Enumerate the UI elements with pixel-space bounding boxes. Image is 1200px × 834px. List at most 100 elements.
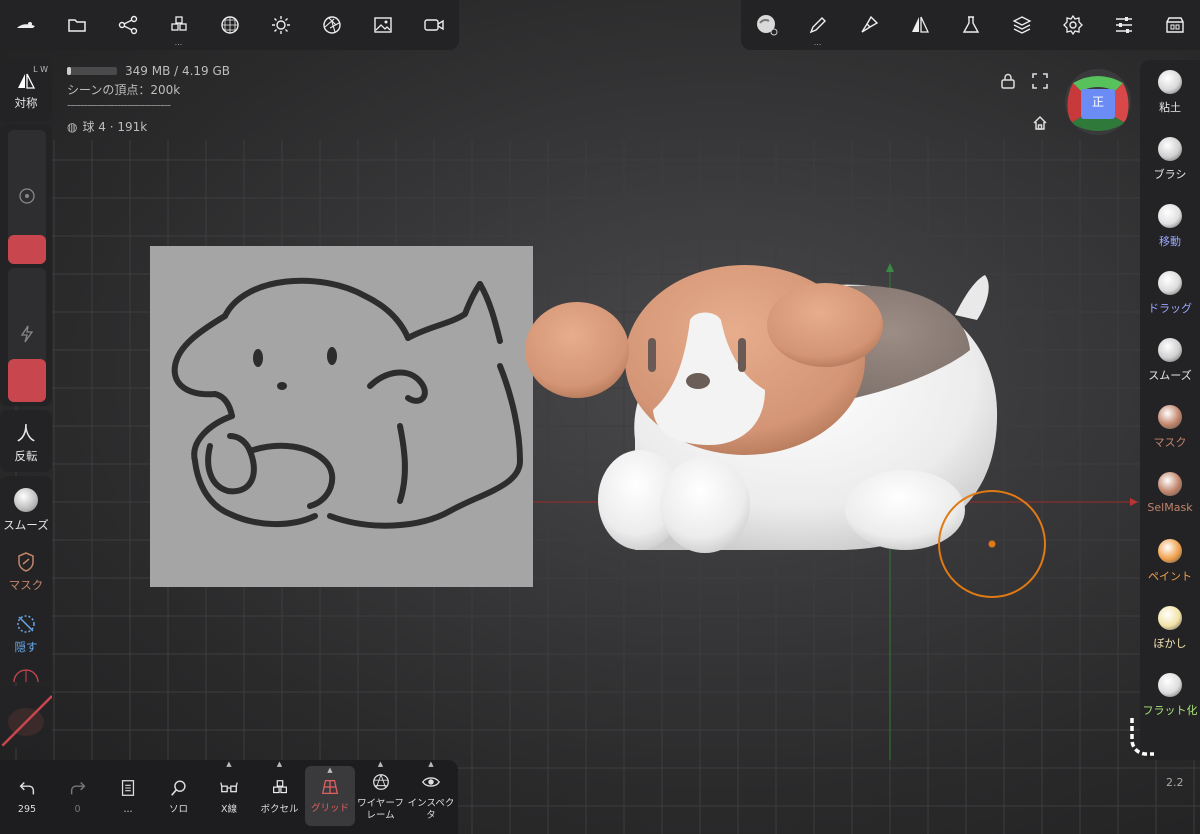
notes-label: ... (123, 804, 133, 815)
tool-label: マスク (1153, 436, 1187, 449)
undo-icon (19, 782, 35, 795)
redo-button[interactable]: 0 (53, 760, 103, 834)
symmetry-icon (911, 16, 929, 33)
top-right-toolbar: ... (741, 0, 1200, 50)
logo-button[interactable] (0, 0, 51, 50)
wireframe-button[interactable]: ▲ ワイヤーフ レーム (356, 760, 406, 834)
invert-button[interactable]: 人 反転 (0, 410, 52, 472)
more-dots: ... (174, 38, 183, 47)
tool-5[interactable]: スムーズ (1140, 338, 1200, 383)
image-button[interactable] (357, 0, 408, 50)
scene-graph-button[interactable] (102, 0, 153, 50)
tool-label: SelMask (1147, 501, 1193, 514)
inspector-label: インスペクタ (407, 798, 455, 821)
tool-9[interactable]: ぼかし (1140, 606, 1200, 651)
symmetry-button[interactable] (894, 0, 945, 50)
xray-button[interactable]: ▲ X線 (204, 760, 254, 834)
sliders-button[interactable] (1098, 0, 1149, 50)
tool-label: 粘土 (1159, 101, 1181, 114)
radius-icon (19, 188, 35, 204)
home-icon[interactable] (1031, 114, 1049, 132)
invert-label: 反転 (14, 448, 38, 463)
tool-label: 移動 (1159, 235, 1181, 248)
light-button[interactable] (255, 0, 306, 50)
shop-button[interactable] (1149, 0, 1200, 50)
solo-label: ソロ (168, 804, 188, 815)
voxel-button[interactable]: ▲ ボクセル (255, 760, 305, 834)
flask-icon (962, 16, 979, 33)
top-left-toolbar: ... (0, 0, 459, 50)
scene-graph-icon (118, 15, 137, 35)
inspector-button[interactable]: ▲ インスペクタ (406, 760, 456, 834)
smooth-button[interactable]: スムーズ (0, 480, 52, 540)
notes-icon (121, 780, 135, 796)
voxel-button[interactable]: ... (153, 0, 204, 50)
tool-ball-icon (1158, 539, 1182, 563)
invert-icon: 人 (16, 422, 36, 445)
aperture-icon (322, 16, 341, 34)
lock-icon[interactable] (999, 72, 1017, 90)
aperture-button[interactable] (306, 0, 357, 50)
voxel-label: ボクセル (260, 804, 299, 815)
tool-2[interactable]: ブラシ (1140, 137, 1200, 182)
tool-label: ぼかし (1153, 637, 1187, 650)
grid-button[interactable]: ▲ グリッド (305, 766, 355, 826)
panel-resize-handle-icon[interactable] (1128, 716, 1158, 758)
tool-4[interactable]: ドラッグ (1140, 271, 1200, 316)
hide-button[interactable]: 隠す (0, 604, 52, 664)
solo-button[interactable]: ソロ (154, 760, 204, 834)
tool-ball-icon (1158, 70, 1182, 94)
mask-button[interactable]: マスク (0, 542, 52, 602)
hide-label: 隠す (14, 640, 38, 654)
undo-label: 295 (17, 804, 37, 815)
tool-ball-icon (1158, 472, 1182, 496)
tool-3[interactable]: 移動 (1140, 204, 1200, 249)
mask-label: マスク (8, 578, 44, 592)
gizmo-front-label: 正 (1091, 95, 1104, 109)
material-preview-button[interactable] (0, 686, 52, 748)
tool-1[interactable]: 粘土 (1140, 70, 1200, 115)
tool-6[interactable]: マスク (1140, 405, 1200, 450)
tool-label: ドラッグ (1148, 302, 1192, 315)
settings-gear-button[interactable] (1047, 0, 1098, 50)
folder-button[interactable] (51, 0, 102, 50)
symmetry-button[interactable]: 対称 L W (0, 60, 52, 122)
video-button[interactable] (408, 0, 459, 50)
topology-button[interactable] (204, 0, 255, 50)
flask-button[interactable] (945, 0, 996, 50)
view-cube-gizmo[interactable]: 正 (1065, 69, 1131, 135)
tool-label: ペイント (1148, 570, 1192, 583)
logo-icon (16, 22, 35, 28)
brush-cursor (938, 490, 1046, 598)
tool-ball-icon (1158, 606, 1182, 630)
intensity-slider[interactable] (8, 268, 46, 402)
image-icon (373, 17, 392, 33)
brush-button[interactable] (843, 0, 894, 50)
wireframe-icon (372, 774, 389, 790)
tool-label: ブラシ (1153, 168, 1187, 181)
brush-sliders-panel (0, 124, 52, 406)
tool-label: スムーズ (1148, 369, 1192, 382)
layers-icon (1012, 16, 1031, 34)
caret-icon: ▲ (377, 760, 384, 768)
object-info: 球 4 · 191k (82, 120, 148, 134)
material-sphere-icon (756, 15, 777, 36)
fullscreen-icon[interactable] (1031, 72, 1049, 90)
tool-10[interactable]: フラット化 (1140, 673, 1200, 718)
settings-gear-icon (1062, 14, 1083, 36)
pen-button[interactable]: ... (792, 0, 843, 50)
tool-8[interactable]: ペイント (1140, 539, 1200, 584)
tool-7[interactable]: SelMask (1140, 472, 1200, 514)
dog-3d-model[interactable] (515, 240, 1005, 560)
reference-image[interactable] (150, 246, 533, 587)
layers-button[interactable] (996, 0, 1047, 50)
smooth-ball-icon (14, 487, 38, 512)
undo-button[interactable]: 295 (2, 760, 52, 834)
shop-icon (1165, 17, 1184, 33)
radius-slider[interactable] (8, 130, 46, 264)
notes-button[interactable]: ... (103, 760, 153, 834)
tool-ball-icon (1158, 338, 1182, 362)
material-sphere-button[interactable] (741, 0, 792, 50)
tool-ball-icon (1158, 137, 1182, 161)
grid-icon (321, 780, 339, 794)
